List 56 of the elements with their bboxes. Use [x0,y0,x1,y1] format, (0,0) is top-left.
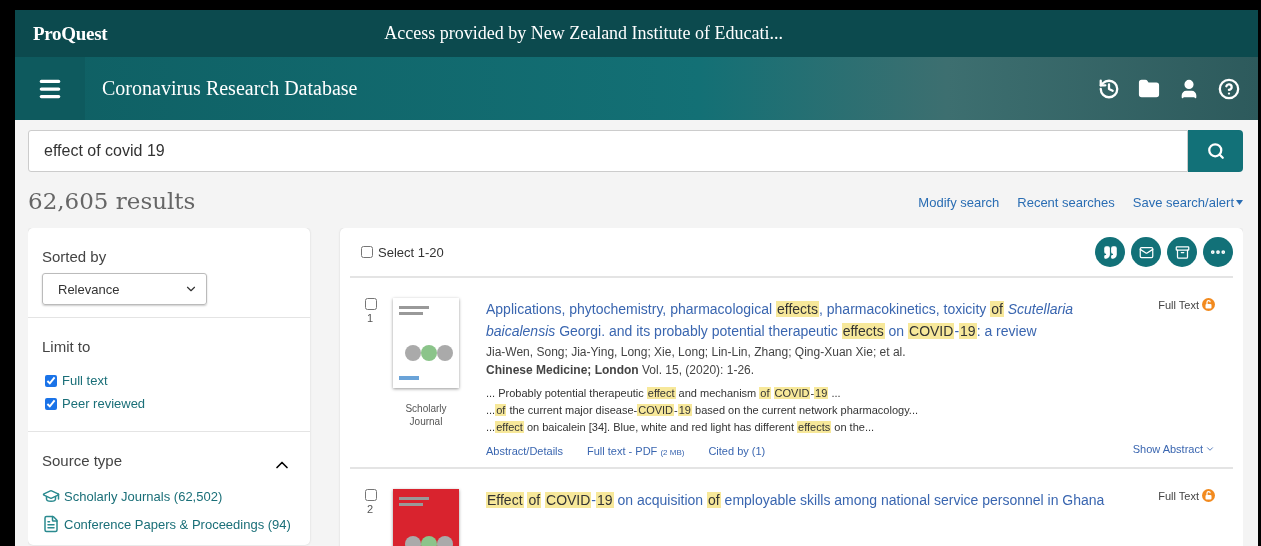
result-title-link[interactable]: Effect of COVID-19 on acquisition of employable skills among national service personnel in Ghana [486,489,1120,511]
snippet-text: ...effect on baicalein [34]. Blue, white and red light has different effects on the... [486,420,876,435]
search-link[interactable]: Modify search [918,195,1000,210]
history-icon[interactable] [1098,77,1120,100]
search-field[interactable]: effect of covid 19 [28,130,1188,172]
graduation-cap-icon [42,487,60,505]
filter-label[interactable]: Peer reviewed [62,396,146,411]
caret-icon[interactable] [1236,200,1243,205]
result-link[interactable]: Full text - PDF (2 MB) [587,445,685,457]
database-title: Coronavirus Research Database [102,77,359,100]
archive-icon[interactable] [1174,244,1190,260]
save-button[interactable] [1167,237,1197,267]
result-number: 1 [366,312,374,324]
filter-checkbox[interactable] [45,397,57,410]
sort-dropdown[interactable]: Relevance [42,273,207,305]
search-link[interactable]: Save search/alert [1132,195,1234,210]
result-title-link[interactable]: Applications, phytochemistry, pharmacological effects, pharmacokinetics, toxicity of Scutellaria baicalensis Georgi. and its probably potential therapeutic effects on COVID-19: a review [486,298,1120,342]
source-type-link[interactable]: Scholarly Journals (62,502) [64,488,223,504]
search-icon[interactable] [1206,142,1225,160]
search-button[interactable] [1188,130,1243,172]
result-number: 2 [366,503,374,515]
result-link[interactable]: Cited by (1) [708,445,766,457]
sort-label: Sorted by [42,248,108,265]
open-access-icon [1202,298,1215,311]
filter-label[interactable]: Full text [62,373,108,388]
brand-logo[interactable]: ProQuest [33,22,108,45]
source-type-label: Scholarly Journal [404,402,448,428]
authors-text: Jia-Wen, Song; Jia-Ying, Long; Xie, Long; Lin-Lin, Zhang; Qing-Xuan Xie; et al. [486,345,907,359]
results-count: 62,605 results [28,188,197,214]
mail-icon[interactable] [1138,244,1154,260]
section-title: Limit to [42,338,92,355]
access-text: Access provided by New Zealand Institute of Educati... [383,23,785,44]
publication-text: Chinese Medicine; London Vol. 15, (2020): 1-26. [486,363,756,377]
result-checkbox[interactable] [364,489,377,501]
help-icon[interactable] [1218,77,1240,100]
menu-button[interactable] [15,57,85,120]
snippet-text: ... Probably potential therapeutic effect and mechanism of COVID-19 ... [486,386,842,401]
search-link[interactable]: Recent searches [1017,195,1115,210]
snippet-text: ...of the current major disease-COVID-19 based on the current network pharmacology... [486,403,919,418]
select-all-label[interactable]: Select 1-20 [378,244,444,260]
more-button[interactable] [1203,237,1233,267]
folder-icon[interactable] [1138,77,1160,100]
email-button[interactable] [1131,237,1161,267]
full-text-label[interactable]: Full Text [1158,489,1199,502]
document-icon [42,515,60,533]
source-type-link[interactable]: Conference Papers & Proceedings (94) [64,516,291,532]
result-checkbox[interactable] [364,298,377,310]
filter-checkbox[interactable] [45,374,57,387]
section-title: Source type [42,452,123,469]
full-text-label[interactable]: Full Text [1158,298,1199,311]
select-all-checkbox[interactable] [361,246,373,258]
show-abstract-link[interactable]: Show Abstract [1132,443,1203,455]
quote-icon[interactable] [1102,244,1118,260]
result-link[interactable]: Abstract/Details [486,445,564,457]
open-access-icon [1202,489,1215,502]
cite-button[interactable] [1095,237,1125,267]
